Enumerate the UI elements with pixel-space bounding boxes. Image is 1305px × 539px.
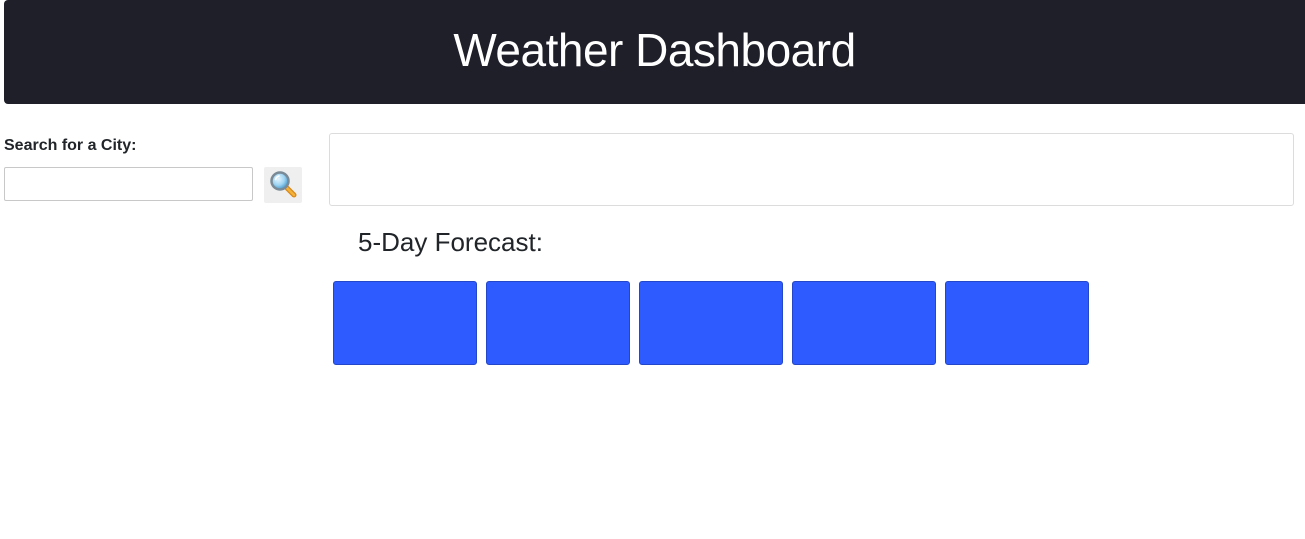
search-icon bbox=[268, 169, 298, 202]
search-label: Search for a City: bbox=[4, 137, 137, 154]
forecast-card-day-3 bbox=[639, 281, 783, 365]
forecast-card-day-2 bbox=[486, 281, 630, 365]
forecast-row bbox=[333, 281, 1089, 365]
city-search-input[interactable] bbox=[4, 167, 253, 201]
page-header: Weather Dashboard bbox=[4, 0, 1305, 104]
forecast-card-day-4 bbox=[792, 281, 936, 365]
forecast-title: 5-Day Forecast: bbox=[358, 227, 543, 257]
page-title: Weather Dashboard bbox=[453, 24, 856, 76]
current-weather-panel bbox=[329, 133, 1294, 206]
search-button[interactable] bbox=[264, 167, 302, 203]
forecast-card-day-5 bbox=[945, 281, 1089, 365]
forecast-card-day-1 bbox=[333, 281, 477, 365]
